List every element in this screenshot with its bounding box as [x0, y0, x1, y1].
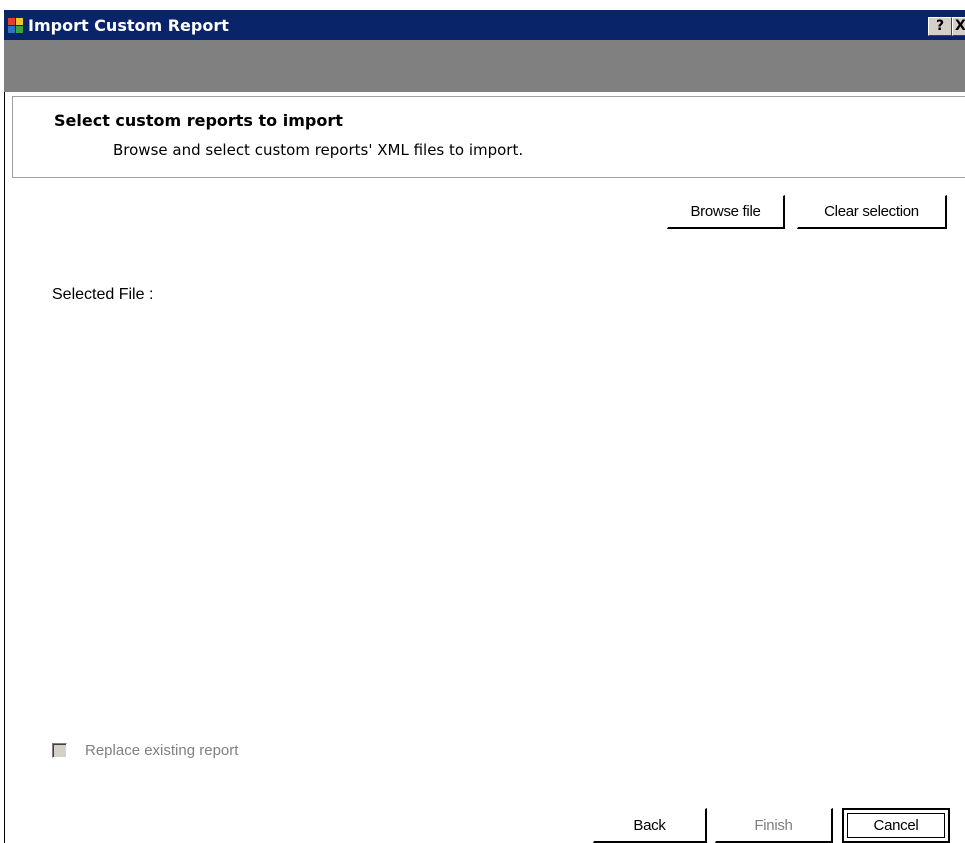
replace-existing-checkbox[interactable]: [52, 743, 67, 758]
help-icon[interactable]: ?: [928, 17, 952, 36]
cancel-button[interactable]: Cancel: [842, 808, 950, 843]
app-window-icon: [8, 18, 23, 33]
finish-button[interactable]: Finish: [715, 808, 833, 843]
toolbar-band: [4, 40, 965, 92]
browse-file-button[interactable]: Browse file: [667, 195, 785, 229]
wizard-step-description: Browse and select custom reports' XML fi…: [113, 141, 524, 159]
clear-selection-button[interactable]: Clear selection: [797, 195, 947, 229]
selected-file-label: Selected File :: [52, 286, 154, 303]
wizard-header: Select custom reports to import Browse a…: [12, 96, 965, 178]
window-title: Import Custom Report: [28, 16, 229, 35]
window-left-border: [4, 92, 5, 843]
back-button[interactable]: Back: [593, 808, 707, 843]
wizard-step-title: Select custom reports to import: [54, 111, 343, 130]
cancel-button-label: Cancel: [873, 817, 919, 834]
import-custom-report-dialog: Import Custom Report ? X Select custom r…: [0, 0, 965, 843]
replace-existing-row: Replace existing report: [52, 742, 238, 759]
close-icon[interactable]: X: [952, 17, 965, 36]
replace-existing-label: Replace existing report: [85, 742, 239, 759]
title-bar[interactable]: Import Custom Report ? X: [4, 10, 965, 40]
